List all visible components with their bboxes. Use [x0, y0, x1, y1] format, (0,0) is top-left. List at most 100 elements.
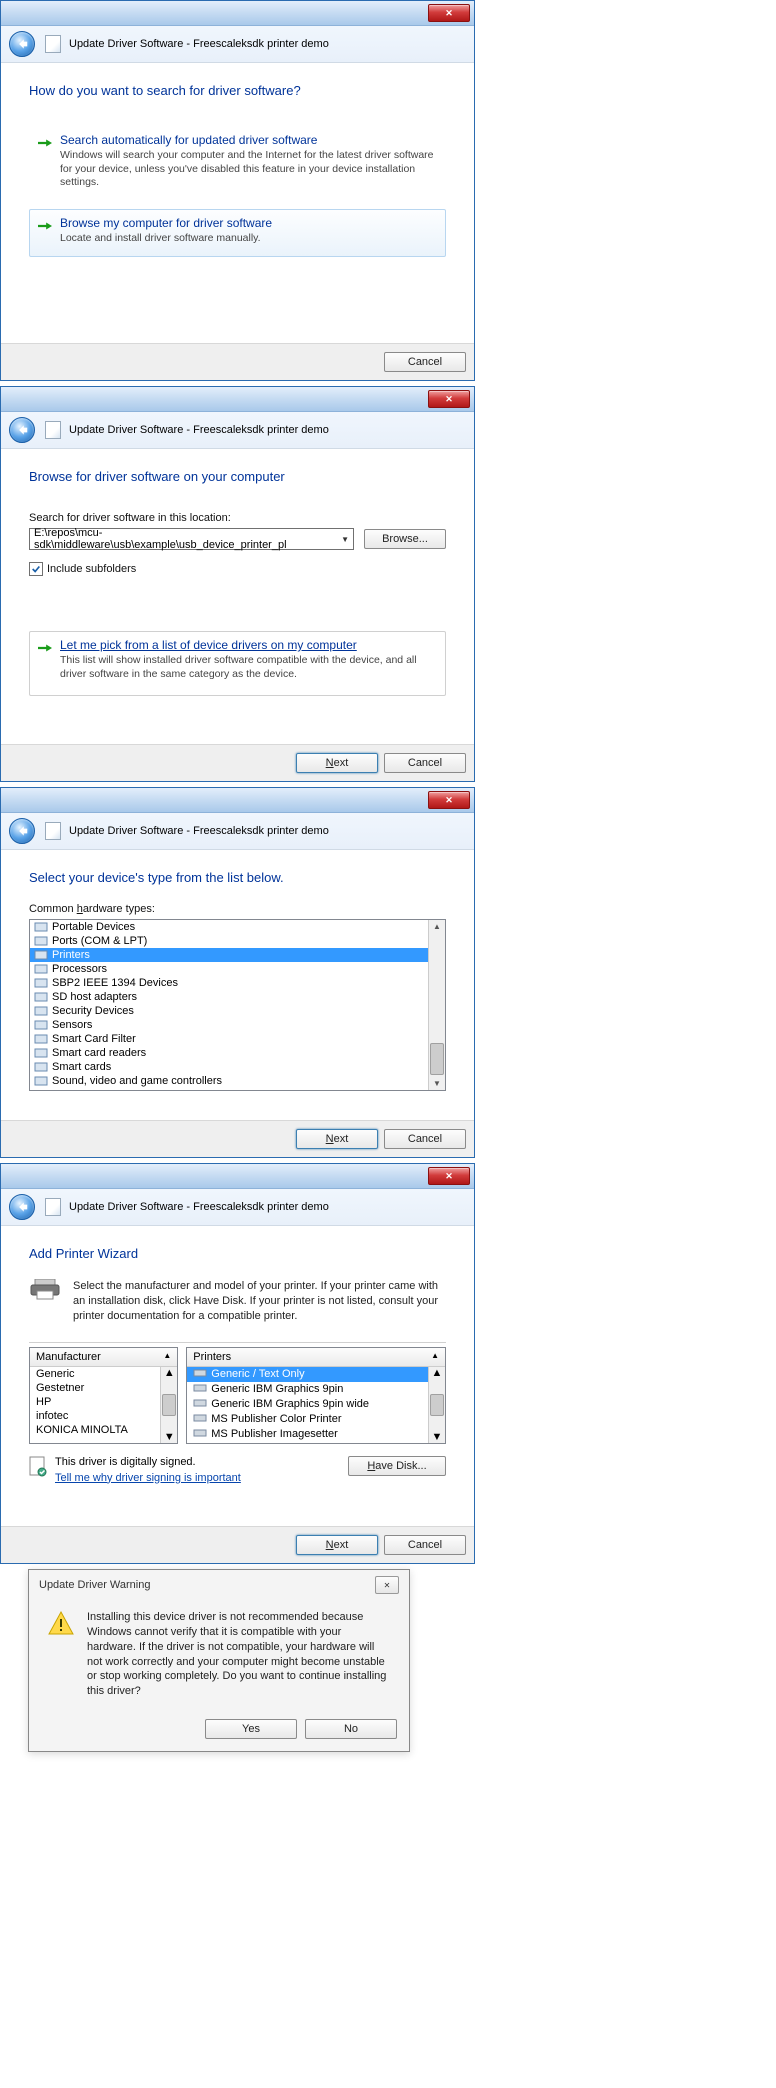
- device-icon: [34, 935, 48, 947]
- list-item[interactable]: Portable Devices: [30, 920, 445, 934]
- scroll-down-icon[interactable]: ▼: [164, 1431, 175, 1443]
- scroll-thumb[interactable]: [430, 1043, 444, 1075]
- device-icon: [34, 921, 48, 933]
- list-item[interactable]: Printers: [30, 948, 445, 962]
- device-icon: [34, 949, 48, 961]
- next-button[interactable]: Next: [296, 1535, 378, 1555]
- option-pick-from-list[interactable]: Let me pick from a list of device driver…: [29, 631, 446, 696]
- titlebar: Update Driver Warning ✕: [29, 1570, 409, 1600]
- list-item[interactable]: KONICA MINOLTA: [30, 1423, 177, 1437]
- scroll-thumb[interactable]: [162, 1394, 176, 1416]
- scrollbar[interactable]: ▲ ▼: [428, 1367, 445, 1443]
- yes-button[interactable]: Yes: [205, 1719, 297, 1739]
- list-item-label: MS Publisher Color Printer: [211, 1413, 341, 1425]
- option-search-auto[interactable]: Search automatically for updated driver …: [29, 126, 446, 201]
- printer-item-icon: [193, 1428, 207, 1441]
- list-item[interactable]: MS Publisher Color Printer: [187, 1412, 445, 1427]
- next-button[interactable]: Next: [296, 753, 378, 773]
- close-button[interactable]: ✕: [375, 1576, 399, 1594]
- have-disk-button[interactable]: Have Disk...: [348, 1456, 446, 1476]
- scrollbar[interactable]: ▲ ▼: [160, 1367, 177, 1443]
- manufacturer-list[interactable]: Manufacturer▲ GenericGestetnerHPinfotecK…: [29, 1347, 178, 1444]
- list-item-label: SBP2 IEEE 1394 Devices: [52, 977, 178, 989]
- printers-header[interactable]: Printers▲: [187, 1348, 445, 1367]
- page-heading: Select your device's type from the list …: [29, 870, 446, 885]
- arrow-icon: [38, 220, 52, 234]
- header: Update Driver Software - Freescaleksdk p…: [1, 1189, 474, 1226]
- list-item[interactable]: infotec: [30, 1409, 177, 1423]
- titlebar: ✕: [1, 1, 474, 26]
- list-item-label: Smart cards: [52, 1061, 111, 1073]
- titlebar: ✕: [1, 387, 474, 412]
- list-item[interactable]: Generic IBM Graphics 9pin wide: [187, 1397, 445, 1412]
- list-item[interactable]: SD host adapters: [30, 990, 445, 1004]
- scroll-down-icon[interactable]: ▼: [431, 1077, 443, 1090]
- browse-button[interactable]: Browse...: [364, 529, 446, 549]
- include-subfolders-checkbox[interactable]: [29, 562, 43, 576]
- list-item[interactable]: Sensors: [30, 1018, 445, 1032]
- footer: Next Cancel: [1, 744, 474, 781]
- document-icon: [45, 421, 61, 439]
- list-item[interactable]: Security Devices: [30, 1004, 445, 1018]
- close-button[interactable]: ✕: [428, 390, 470, 408]
- signed-status: This driver is digitally signed.: [55, 1456, 241, 1468]
- close-button[interactable]: ✕: [428, 4, 470, 22]
- cancel-button[interactable]: Cancel: [384, 753, 466, 773]
- list-item[interactable]: HP: [30, 1395, 177, 1409]
- scroll-up-icon[interactable]: ▲: [164, 1367, 175, 1379]
- cancel-button[interactable]: Cancel: [384, 1129, 466, 1149]
- scroll-down-icon[interactable]: ▼: [432, 1431, 443, 1443]
- no-button[interactable]: No: [305, 1719, 397, 1739]
- printer-item-icon: [193, 1398, 207, 1411]
- list-item[interactable]: SBP2 IEEE 1394 Devices: [30, 976, 445, 990]
- manufacturer-header[interactable]: Manufacturer▲: [30, 1348, 177, 1367]
- list-item[interactable]: MS Publisher Imagesetter: [187, 1427, 445, 1442]
- page-heading: How do you want to search for driver sof…: [29, 83, 446, 98]
- list-item-label: Sound, video and game controllers: [52, 1075, 222, 1087]
- header: Update Driver Software - Freescaleksdk p…: [1, 26, 474, 63]
- scroll-up-icon[interactable]: ▲: [431, 920, 443, 933]
- scroll-up-icon[interactable]: ▲: [432, 1367, 443, 1379]
- list-item[interactable]: Sound, video and game controllers: [30, 1074, 445, 1088]
- header: Update Driver Software - Freescaleksdk p…: [1, 412, 474, 449]
- list-item-label: Ports (COM & LPT): [52, 935, 147, 947]
- list-item[interactable]: Smart cards: [30, 1060, 445, 1074]
- back-button[interactable]: [9, 417, 35, 443]
- list-item[interactable]: Smart Card Filter: [30, 1032, 445, 1046]
- warning-icon: [47, 1610, 75, 1638]
- option-desc: This list will show installed driver sof…: [60, 654, 435, 681]
- option-title: Let me pick from a list of device driver…: [60, 638, 435, 652]
- scroll-thumb[interactable]: [430, 1394, 444, 1416]
- list-item-label: Generic / Text Only: [211, 1368, 304, 1380]
- list-item[interactable]: Gestetner: [30, 1381, 177, 1395]
- list-item[interactable]: Ports (COM & LPT): [30, 934, 445, 948]
- titlebar: ✕: [1, 788, 474, 813]
- list-item[interactable]: Generic / Text Only: [187, 1367, 445, 1382]
- why-signing-link[interactable]: Tell me why driver signing is important: [55, 1472, 241, 1484]
- path-combobox[interactable]: E:\repos\mcu-sdk\middleware\usb\example\…: [29, 528, 354, 550]
- option-browse-computer[interactable]: Browse my computer for driver software L…: [29, 209, 446, 257]
- list-item[interactable]: Processors: [30, 962, 445, 976]
- option-title: Search automatically for updated driver …: [60, 133, 435, 147]
- list-label: Common hardware types:: [29, 903, 446, 915]
- cancel-button[interactable]: Cancel: [384, 352, 466, 372]
- printers-list[interactable]: Printers▲ Generic / Text Only Generic IBM…: [186, 1347, 446, 1444]
- close-button[interactable]: ✕: [428, 1167, 470, 1185]
- cancel-button[interactable]: Cancel: [384, 1535, 466, 1555]
- arrow-icon: [38, 642, 52, 656]
- next-button[interactable]: Next: [296, 1129, 378, 1149]
- back-button[interactable]: [9, 1194, 35, 1220]
- back-button[interactable]: [9, 31, 35, 57]
- list-item-label: Sensors: [52, 1019, 92, 1031]
- list-item[interactable]: Generic: [30, 1367, 177, 1381]
- device-icon: [34, 1019, 48, 1031]
- window-title: Update Driver Software - Freescaleksdk p…: [69, 1201, 329, 1213]
- scrollbar[interactable]: ▲ ▼: [428, 920, 445, 1090]
- titlebar: ✕: [1, 1164, 474, 1189]
- footer: Next Cancel: [1, 1120, 474, 1157]
- list-item[interactable]: Smart card readers: [30, 1046, 445, 1060]
- list-item[interactable]: Generic IBM Graphics 9pin: [187, 1382, 445, 1397]
- back-button[interactable]: [9, 818, 35, 844]
- close-button[interactable]: ✕: [428, 791, 470, 809]
- hardware-types-list[interactable]: Portable DevicesPorts (COM & LPT)Printer…: [29, 919, 446, 1091]
